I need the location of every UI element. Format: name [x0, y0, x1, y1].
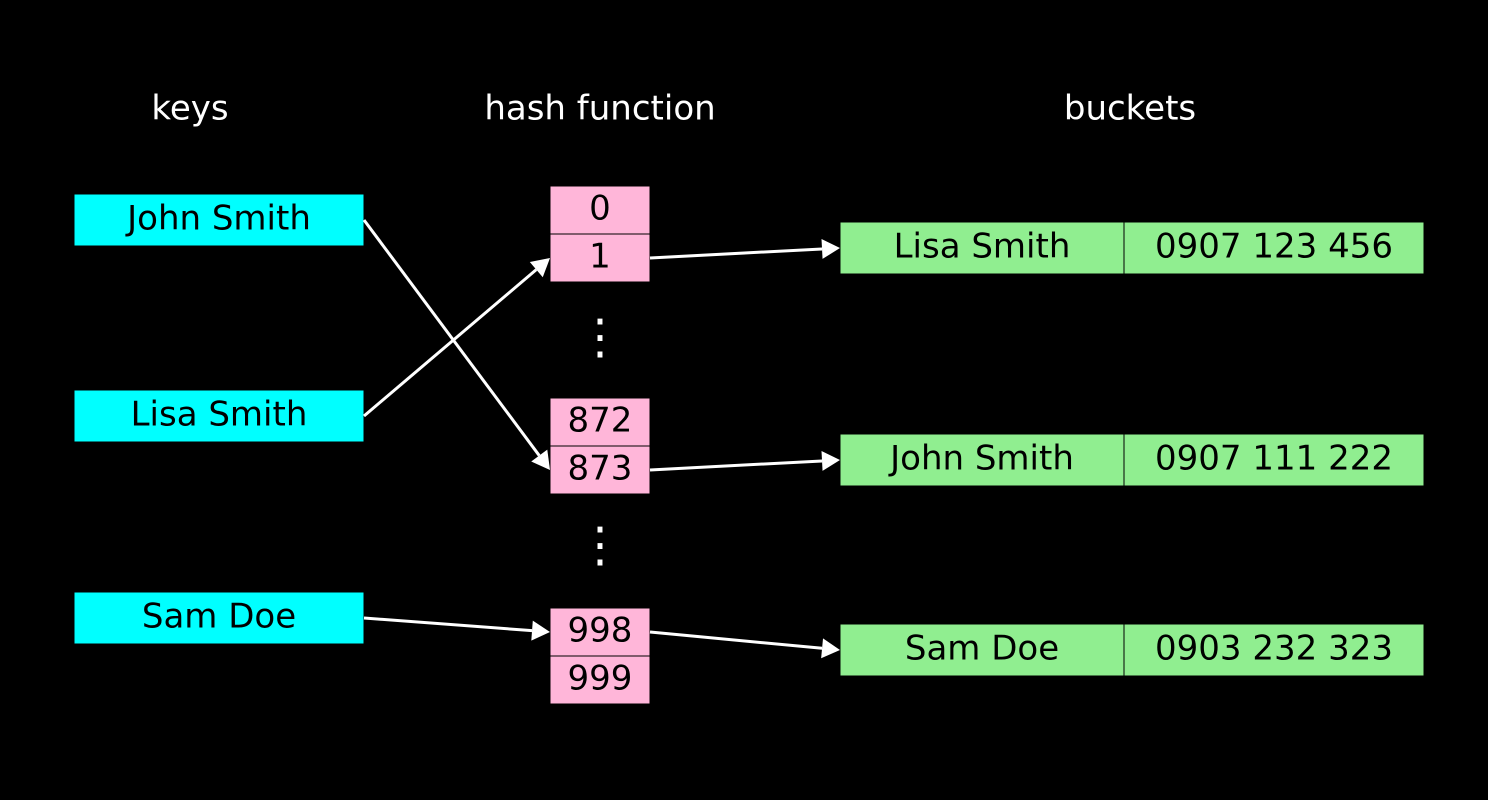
hash-value-2-1: 999	[568, 659, 633, 699]
hash-ellipsis-1: ⋮	[576, 517, 624, 573]
key-label-0: John Smith	[125, 199, 311, 239]
arrow-key-0	[364, 220, 539, 456]
arrow-key-2-head	[531, 621, 550, 641]
hash-value-0-1: 1	[589, 237, 611, 277]
arrow-hash-0-head	[821, 239, 840, 259]
arrow-hash-0	[650, 249, 822, 258]
bucket-value-0: 0907 123 456	[1155, 227, 1393, 267]
heading-buckets: buckets	[1064, 89, 1196, 129]
arrow-key-2	[364, 618, 532, 631]
key-label-2: Sam Doe	[142, 597, 296, 637]
hash-value-1-0: 872	[568, 401, 633, 441]
key-label-1: Lisa Smith	[131, 395, 308, 435]
bucket-value-2: 0903 232 323	[1155, 629, 1393, 669]
bucket-name-2: Sam Doe	[905, 629, 1059, 669]
heading-keys: keys	[151, 89, 228, 129]
heading-hash-function: hash function	[484, 89, 715, 129]
arrow-hash-1-head	[821, 451, 840, 471]
hash-ellipsis-0: ⋮	[576, 309, 624, 365]
hash-value-0-0: 0	[589, 189, 611, 229]
arrow-hash-2	[650, 632, 822, 648]
bucket-name-1: John Smith	[888, 439, 1074, 479]
arrow-key-0-head	[531, 450, 550, 470]
hash-value-1-1: 873	[568, 449, 633, 489]
bucket-name-0: Lisa Smith	[894, 227, 1071, 267]
bucket-value-1: 0907 111 222	[1155, 439, 1393, 479]
arrow-hash-2-head	[821, 638, 840, 658]
hash-value-2-0: 998	[568, 611, 633, 651]
arrow-key-1	[364, 270, 536, 416]
arrow-hash-1	[650, 461, 822, 470]
